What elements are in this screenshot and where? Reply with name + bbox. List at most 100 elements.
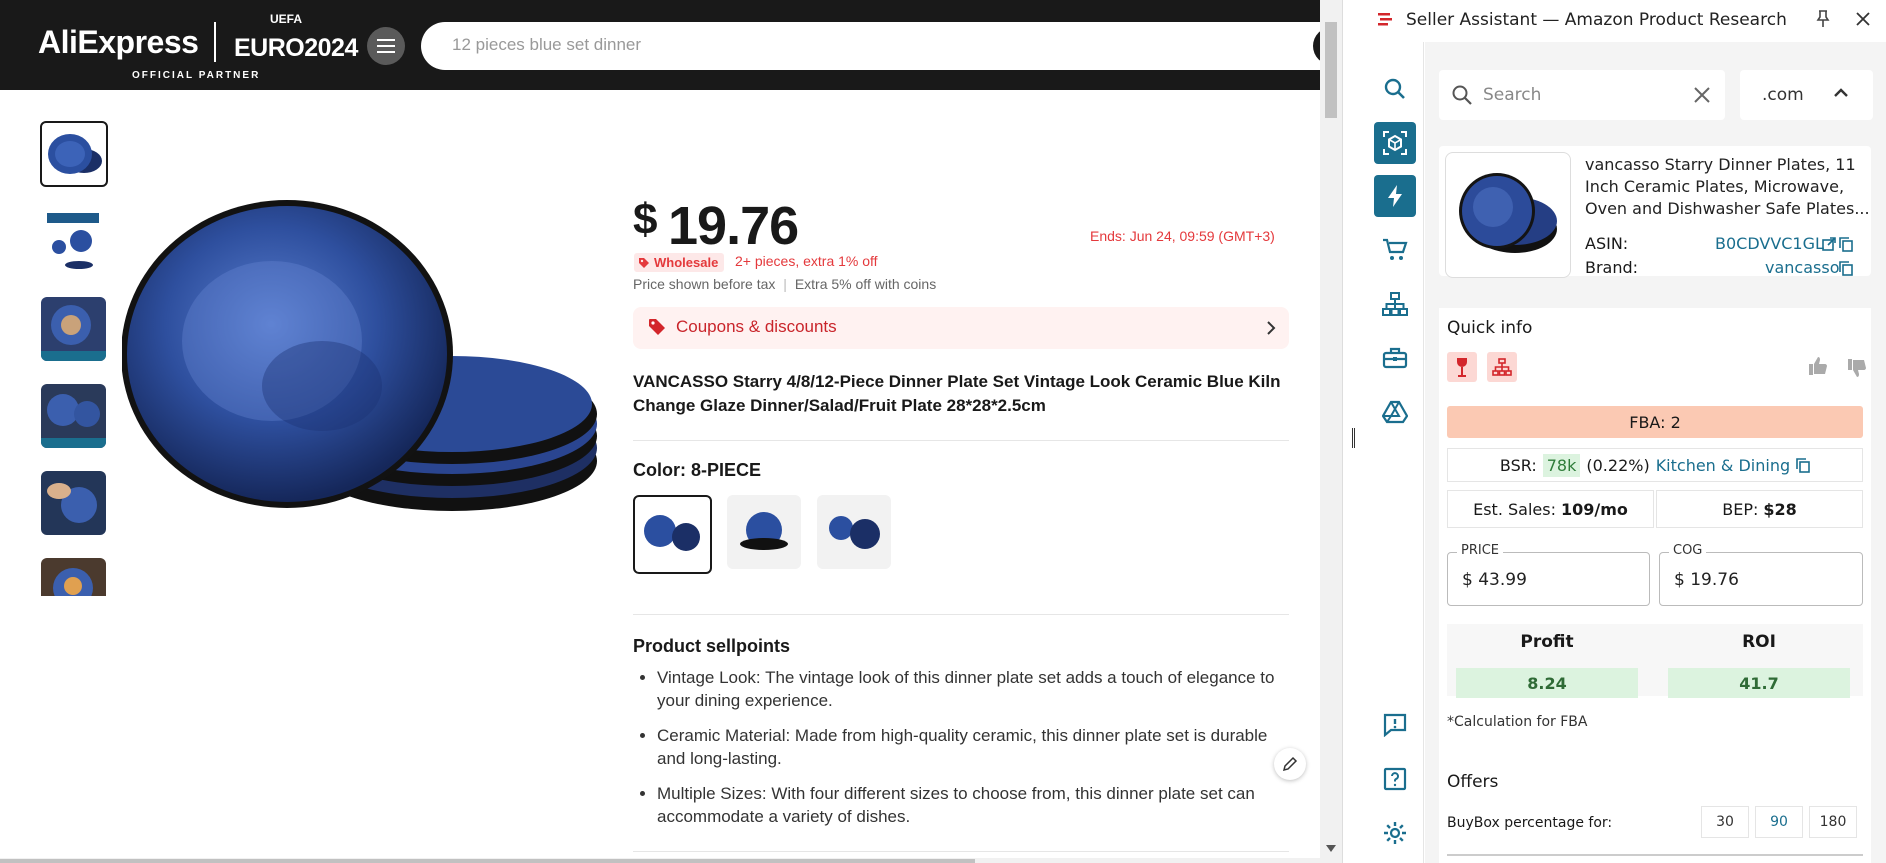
- bsr-row: BSR: 78k (0.22%) Kitchen & Dining: [1447, 448, 1863, 482]
- bsr-value: 78k: [1542, 453, 1581, 477]
- offers-divider: [1447, 854, 1863, 856]
- bsr-category[interactable]: Kitchen & Dining: [1656, 456, 1790, 475]
- copy-icon[interactable]: [1839, 237, 1853, 252]
- horizontal-scrollbar-thumb[interactable]: [0, 859, 975, 863]
- profit-value: 8.24: [1456, 668, 1638, 698]
- cart-icon: [1383, 238, 1408, 260]
- separator: |: [783, 276, 787, 292]
- fba-badge[interactable]: FBA: 2: [1447, 406, 1863, 438]
- page-scrollbar-thumb[interactable]: [1325, 22, 1337, 118]
- close-icon[interactable]: [1856, 12, 1870, 26]
- sellpoint-item: Ceramic Material: Made from high-quality…: [657, 724, 1283, 770]
- brand-value[interactable]: vancasso: [1765, 258, 1839, 277]
- sidebar-toolbox-button[interactable]: [1374, 337, 1416, 379]
- calculation-note: *Calculation for FBA: [1447, 714, 1588, 730]
- sidebar-feedback-button[interactable]: [1374, 704, 1416, 746]
- thumbnail-1[interactable]: [40, 121, 108, 187]
- price-before-tax-text: Price shown before tax: [633, 276, 776, 292]
- thumbs-down-icon[interactable]: [1847, 358, 1867, 378]
- sellpoint-item: Vintage Look: The vintage look of this d…: [657, 666, 1283, 712]
- wine-glass-icon: [1457, 358, 1467, 377]
- panel-title: Seller Assistant — Amazon Product Resear…: [1406, 10, 1787, 30]
- copy-icon[interactable]: [1839, 261, 1853, 276]
- search-icon: [1384, 78, 1405, 99]
- amazon-plate-image: [1459, 173, 1557, 253]
- sidebar-search-button[interactable]: [1374, 68, 1416, 110]
- pin-icon[interactable]: [1816, 10, 1830, 28]
- thumbs-up-icon[interactable]: [1808, 356, 1828, 376]
- dining-scene-image: [41, 305, 106, 361]
- seller-assistant-panel: Seller Assistant — Amazon Product Resear…: [1364, 0, 1886, 863]
- variant-image: [740, 512, 788, 550]
- buybox-period-30[interactable]: 30: [1701, 806, 1749, 838]
- divider: [633, 440, 1289, 441]
- product-image[interactable]: [1445, 152, 1571, 278]
- hazmat-flag[interactable]: [1447, 352, 1477, 382]
- bep-label: BEP:: [1722, 499, 1759, 519]
- deal-ends-text: Ends: Jun 24, 09:59 (GMT+3): [1090, 228, 1275, 244]
- feedback-icon: [1383, 713, 1407, 737]
- chevron-up-icon[interactable]: [1833, 88, 1849, 98]
- sidebar-help-button[interactable]: [1374, 758, 1416, 800]
- buybox-period-90[interactable]: 90: [1755, 806, 1803, 838]
- thumbnail-5[interactable]: [41, 471, 106, 535]
- help-icon: [1383, 767, 1407, 791]
- sidebar-settings-button[interactable]: [1374, 812, 1416, 854]
- page-scrollbar[interactable]: [1320, 0, 1342, 863]
- variant-4-piece[interactable]: [633, 495, 712, 574]
- logo-text: AliExpress: [38, 24, 199, 60]
- marketplace-select[interactable]: [1740, 70, 1873, 120]
- variant-8-piece[interactable]: [727, 495, 801, 569]
- panel-content: Search .com vancasso Starry Dinner Plate…: [1425, 42, 1886, 863]
- thumbnail-6[interactable]: [41, 558, 106, 596]
- offers-title: Offers: [1447, 772, 1499, 792]
- splitter-grip[interactable]: [1352, 428, 1355, 448]
- asin-value[interactable]: B0CDVVC1GL: [1715, 234, 1824, 253]
- sidebar-cart-button[interactable]: [1374, 229, 1416, 271]
- euro2024-logo: EURO2024: [234, 34, 358, 62]
- logo-divider: [214, 22, 216, 62]
- scroll-down-arrow-icon[interactable]: [1326, 845, 1336, 853]
- panel-search-input[interactable]: [1439, 70, 1725, 120]
- menu-button[interactable]: [367, 27, 405, 65]
- divider: [633, 614, 1289, 615]
- seller-assistant-logo-icon: [1378, 13, 1392, 26]
- buybox-label: BuyBox percentage for:: [1447, 815, 1613, 831]
- edit-button[interactable]: [1274, 748, 1306, 780]
- toolbox-icon: [1382, 347, 1408, 369]
- amazon-product-name[interactable]: vancasso Starry Dinner Plates, 11 Inch C…: [1585, 154, 1870, 220]
- panel-sidebar: [1364, 42, 1424, 863]
- aliexpress-logo[interactable]: AliExpress: [38, 24, 199, 61]
- roi-label: ROI: [1742, 632, 1776, 652]
- buybox-period-180[interactable]: 180: [1809, 806, 1857, 838]
- copy-icon[interactable]: [1796, 457, 1810, 473]
- tag-icon: [639, 257, 649, 268]
- divider: [633, 851, 1289, 852]
- sidebar-drive-button[interactable]: [1374, 391, 1416, 433]
- thumbnail-3[interactable]: [41, 297, 106, 361]
- cog-input-value: $ 19.76: [1674, 570, 1739, 590]
- main-product-image[interactable]: [122, 196, 602, 546]
- gear-icon: [1384, 822, 1406, 844]
- sidebar-hierarchy-button[interactable]: [1374, 283, 1416, 325]
- est-sales-label: Est. Sales:: [1473, 499, 1556, 519]
- bsr-label: BSR:: [1499, 455, 1537, 475]
- variations-flag[interactable]: [1487, 352, 1517, 382]
- sellpoints-title: Product sellpoints: [633, 636, 791, 656]
- cog-input-label: COG: [1669, 543, 1707, 558]
- price-input-label: PRICE: [1457, 543, 1503, 558]
- coins-note: Extra 5% off with coins: [794, 276, 937, 292]
- thumbnail-4[interactable]: [41, 384, 106, 448]
- clear-search-icon[interactable]: [1693, 86, 1711, 104]
- size-chart-image: [47, 213, 99, 269]
- pencil-icon: [1282, 756, 1298, 772]
- variant-12-piece[interactable]: [817, 495, 891, 569]
- sidebar-quick-button[interactable]: [1374, 175, 1416, 217]
- sellpoints-list: Vintage Look: The vintage look of this d…: [633, 666, 1283, 840]
- uefa-label: UEFA: [270, 12, 303, 26]
- external-link-icon[interactable]: [1822, 237, 1836, 251]
- sidebar-product-button[interactable]: [1374, 122, 1416, 164]
- thumbnail-2[interactable]: [41, 211, 106, 275]
- official-partner-label: OFFICIAL PARTNER: [132, 70, 261, 81]
- bep-value: $28: [1763, 499, 1797, 519]
